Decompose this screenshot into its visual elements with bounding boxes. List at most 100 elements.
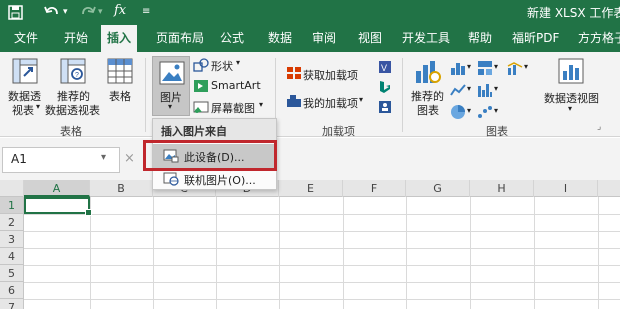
fx-icon[interactable]: fx — [114, 3, 126, 18]
tab-home[interactable]: 开始 — [58, 25, 94, 52]
gridline — [24, 214, 620, 215]
chevron-down-icon[interactable]: ▾ — [467, 106, 471, 115]
chevron-down-icon[interactable]: ▾ — [236, 58, 240, 67]
row-header-1[interactable]: 1 — [0, 197, 24, 214]
statistic-chart-icon[interactable] — [477, 82, 493, 98]
tab-data[interactable]: 数据 — [262, 25, 298, 52]
menu-item-label: 联机图片(O)... — [184, 174, 256, 187]
pivot-table-icon[interactable] — [12, 58, 38, 84]
chevron-down-icon[interactable]: ▾ — [467, 84, 471, 93]
title-bar: ▾ ▾ fx ≡ 新建 XLSX 工作表.x — [0, 0, 620, 25]
select-all-corner[interactable] — [0, 180, 24, 197]
tables-group-label: 表格 — [60, 125, 82, 138]
tab-view[interactable]: 视图 — [352, 25, 388, 52]
combo-chart-icon[interactable] — [507, 60, 523, 76]
screenshot-label[interactable]: 屏幕截图 — [211, 100, 255, 116]
active-cell-a1[interactable] — [24, 197, 92, 216]
row-header-2[interactable]: 2 — [0, 214, 24, 231]
name-box-value: A1 — [11, 152, 27, 166]
cancel-icon[interactable]: × — [124, 151, 135, 166]
column-header-h[interactable]: H — [470, 180, 534, 197]
row-header-3[interactable]: 3 — [0, 231, 24, 248]
ribbon-insert: 数据透 视表 ▾ ? 推荐的 数据透视表 表格 表格 图片 ▾ 形状 ▾ Sma… — [0, 52, 620, 138]
bing-maps-icon[interactable] — [378, 80, 392, 94]
chevron-down-icon[interactable]: ▾ — [494, 106, 498, 115]
dialog-launcher-icon[interactable]: ⌟ — [597, 122, 601, 132]
recommended-charts-icon[interactable] — [413, 57, 441, 85]
gridline — [24, 299, 620, 300]
worksheet-grid[interactable]: A B C D E F G H I 1 2 3 4 5 6 7 — [0, 180, 620, 309]
column-header-e[interactable]: E — [279, 180, 343, 197]
recommended-charts-label-2[interactable]: 图表 — [417, 102, 439, 118]
tab-fangfang[interactable]: 方方格子 — [572, 25, 620, 52]
tab-insert[interactable]: 插入 — [101, 25, 138, 52]
column-header-i[interactable]: I — [534, 180, 598, 197]
tab-file[interactable]: 文件 — [8, 25, 44, 52]
tab-help[interactable]: 帮助 — [462, 25, 498, 52]
undo-icon[interactable] — [44, 5, 60, 19]
chevron-down-icon[interactable]: ▾ — [494, 62, 498, 71]
tab-foxit-pdf[interactable]: 福昕PDF — [506, 25, 565, 52]
store-icon[interactable] — [286, 66, 302, 80]
column-chart-icon[interactable] — [450, 60, 466, 76]
visio-icon[interactable]: V — [378, 60, 392, 74]
chevron-down-icon[interactable]: ▾ — [568, 104, 572, 113]
addins-group-label: 加载项 — [322, 125, 355, 138]
chevron-down-icon[interactable]: ▾ — [101, 152, 106, 163]
group-separator — [145, 58, 146, 132]
shapes-icon[interactable] — [193, 58, 209, 72]
chevron-down-icon[interactable]: ▾ — [467, 62, 471, 71]
my-addins-label[interactable]: 我的加载项 — [303, 95, 358, 111]
chevron-down-icon[interactable]: ▾ — [359, 95, 363, 104]
row-header-6[interactable]: 6 — [0, 282, 24, 299]
redo-icon[interactable] — [80, 5, 96, 19]
pie-chart-icon[interactable] — [450, 104, 466, 120]
menu-header: 插入图片来自 — [153, 119, 276, 141]
shapes-label[interactable]: 形状 — [211, 58, 233, 74]
table-icon[interactable] — [107, 58, 133, 84]
table-label[interactable]: 表格 — [109, 88, 131, 104]
gridline — [24, 265, 620, 266]
group-separator — [402, 58, 403, 132]
row-header-4[interactable]: 4 — [0, 248, 24, 265]
column-header-f[interactable]: F — [343, 180, 406, 197]
recommended-pivot-table-icon[interactable]: ? — [60, 58, 86, 84]
get-addins-label[interactable]: 获取加载项 — [303, 67, 358, 83]
redo-dropdown-icon[interactable]: ▾ — [98, 7, 103, 17]
undo-dropdown-icon[interactable]: ▾ — [63, 7, 68, 17]
smartart-icon[interactable] — [193, 79, 209, 93]
chevron-down-icon[interactable]: ▾ — [259, 100, 263, 109]
customize-toolbar-icon[interactable]: ≡ — [142, 6, 150, 17]
column-header-b[interactable]: B — [90, 180, 153, 197]
tab-review[interactable]: 审阅 — [306, 25, 342, 52]
online-picture-icon — [163, 172, 179, 186]
chevron-down-icon[interactable]: ▾ — [524, 62, 528, 71]
tab-page-layout[interactable]: 页面布局 — [150, 25, 210, 52]
ribbon-tabs: 文件 开始 插入 页面布局 公式 数据 审阅 视图 开发工具 帮助 福昕PDF … — [0, 25, 620, 52]
tab-developer[interactable]: 开发工具 — [396, 25, 456, 52]
save-icon[interactable] — [8, 5, 23, 20]
column-header-g[interactable]: G — [406, 180, 470, 197]
chevron-down-icon[interactable]: ▾ — [494, 84, 498, 93]
my-addins-icon[interactable] — [286, 94, 302, 108]
hierarchy-chart-icon[interactable] — [477, 60, 493, 76]
tab-formulas[interactable]: 公式 — [214, 25, 250, 52]
recommended-pivot-label-2[interactable]: 数据透视表 — [45, 102, 100, 118]
window-title: 新建 XLSX 工作表.x — [527, 6, 620, 20]
scatter-chart-icon[interactable] — [477, 104, 493, 120]
pictures-button[interactable]: 图片 ▾ — [152, 56, 190, 116]
excel-window: ▾ ▾ fx ≡ 新建 XLSX 工作表.x 文件 开始 插入 页面布局 公式 … — [0, 0, 620, 309]
chevron-down-icon[interactable]: ▾ — [36, 102, 40, 111]
people-graph-icon[interactable] — [378, 100, 392, 114]
smartart-label[interactable]: SmartArt — [211, 79, 261, 92]
column-header-a[interactable]: A — [24, 180, 90, 197]
pivot-table-label-2[interactable]: 视表 — [12, 102, 34, 118]
name-box[interactable]: A1 ▾ — [2, 147, 120, 173]
line-chart-icon[interactable] — [450, 82, 466, 98]
screenshot-icon[interactable] — [193, 100, 209, 114]
row-header-5[interactable]: 5 — [0, 265, 24, 282]
pivot-chart-icon[interactable] — [557, 57, 585, 85]
row-header-7[interactable]: 7 — [0, 299, 24, 309]
gridline — [24, 231, 620, 232]
gridline — [24, 248, 620, 249]
